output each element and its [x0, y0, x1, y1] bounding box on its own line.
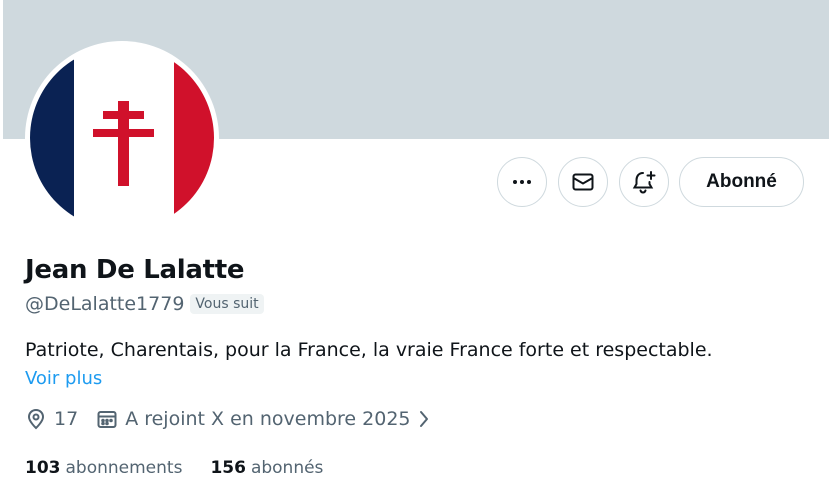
following-count: 103	[25, 458, 61, 478]
following-stat[interactable]: 103 abonnements	[25, 458, 182, 478]
profile-name: Jean De Lalatte	[25, 255, 245, 285]
profile-join-date[interactable]: A rejoint X en novembre 2025	[125, 408, 410, 430]
envelope-icon	[572, 173, 594, 191]
see-more-link[interactable]: Voir plus	[25, 368, 102, 389]
profile-meta: 17 A rejoint X en novembre 2025	[25, 408, 430, 430]
cross-of-lorraine-icon	[93, 101, 154, 186]
calendar-icon	[97, 411, 117, 428]
following-label: abonnements	[65, 458, 183, 478]
profile-location: 17	[54, 408, 79, 430]
profile-handle: @DeLalatte1779	[25, 293, 185, 315]
avatar-image	[30, 46, 214, 230]
location-pin-icon	[27, 408, 45, 430]
handle-row: @DeLalatte1779 Vous suit	[25, 293, 264, 315]
profile-bio: Patriote, Charentais, pour la France, la…	[25, 339, 713, 361]
following-button-label: Abonné	[706, 171, 777, 192]
avatar[interactable]	[25, 41, 219, 235]
more-horizontal-icon	[513, 180, 531, 184]
message-button[interactable]	[558, 157, 608, 207]
follows-you-badge: Vous suit	[190, 294, 264, 314]
bell-plus-icon	[632, 171, 656, 194]
follow-stats: 103 abonnements 156 abonnés	[25, 458, 323, 478]
chevron-right-icon[interactable]	[418, 409, 430, 429]
more-button[interactable]	[497, 157, 547, 207]
following-button[interactable]: Abonné	[679, 157, 804, 207]
followers-count: 156	[210, 458, 246, 478]
notifications-button[interactable]	[619, 157, 669, 207]
followers-stat[interactable]: 156 abonnés	[210, 458, 323, 478]
followers-label: abonnés	[250, 458, 324, 478]
